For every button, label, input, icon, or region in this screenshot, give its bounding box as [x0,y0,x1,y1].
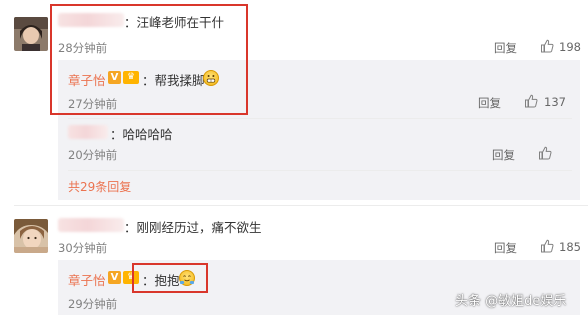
reply-timestamp: 20分钟前 [68,148,118,162]
reply-button[interactable]: 回复 [492,147,515,163]
watermark-text: 头条 @敏姐de娱乐 [455,294,567,309]
like-count: 185 [559,240,581,254]
like-count: 198 [559,40,581,54]
like-thumb-icon[interactable] [524,94,538,108]
divider [14,205,588,206]
like-count: 137 [544,95,566,109]
like-thumb-icon[interactable] [538,146,552,160]
username-blurred[interactable] [68,125,108,139]
like-thumb-icon[interactable] [540,39,554,53]
reply-username[interactable]: 章子怡 [68,270,106,289]
divider [68,118,572,119]
avatar-image [14,219,48,253]
comment-timestamp: 30分钟前 [58,241,108,255]
avatar[interactable] [14,219,48,253]
highlight-box [132,263,208,293]
avatar-image [14,17,48,51]
reply-button[interactable]: 回复 [494,240,517,256]
avatar[interactable] [14,17,48,51]
divider [68,170,572,171]
view-all-replies-link[interactable]: 共29条回复 [68,178,131,195]
like-thumb-icon[interactable] [540,239,554,253]
verified-v-icon: V [108,271,121,284]
comment-text: ：刚刚经历过，痛不欲生 [124,220,262,235]
reply-timestamp: 29分钟前 [68,297,118,311]
reply-button[interactable]: 回复 [494,40,517,56]
highlight-box [50,4,248,115]
reply-text: ：哈哈哈哈 [110,127,173,142]
reply-button[interactable]: 回复 [478,95,501,111]
username-blurred[interactable] [58,218,124,232]
